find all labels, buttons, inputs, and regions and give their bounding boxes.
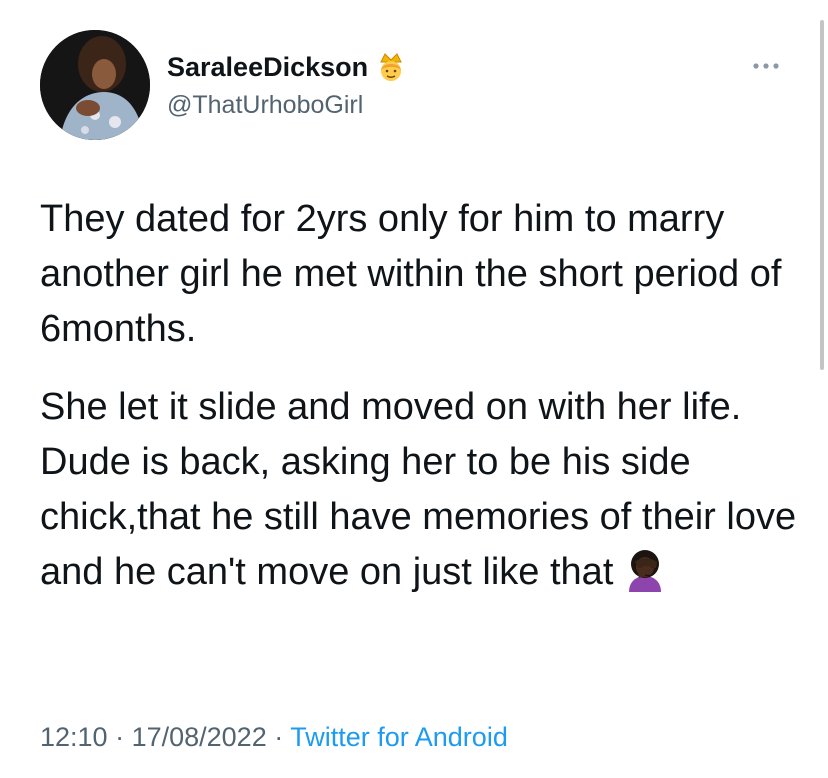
tweet-source-link[interactable]: Twitter for Android (290, 722, 508, 752)
tweet-paragraph: She let it slide and moved on with her l… (40, 380, 810, 600)
author-handle[interactable]: @ThatUrhoboGirl (167, 91, 363, 120)
avatar[interactable] (40, 30, 150, 140)
tweet-metadata: 12:10 · 17/08/2022 · Twitter for Android (40, 722, 508, 753)
scrollbar[interactable] (820, 20, 824, 370)
tweet-date[interactable]: 17/08/2022 (132, 722, 267, 752)
tweet-paragraph: They dated for 2yrs only for him to marr… (40, 198, 782, 350)
tweet-text: They dated for 2yrs only for him to marr… (40, 192, 810, 600)
crown-emoji-icon (374, 50, 408, 84)
meta-separator: · (107, 722, 132, 752)
facepalm-emoji-icon (623, 548, 667, 592)
profile-photo (40, 30, 150, 140)
more-options-icon[interactable] (748, 56, 784, 76)
tweet-paragraph-text: She let it slide and moved on with her l… (40, 386, 797, 593)
tweet-time[interactable]: 12:10 (40, 722, 108, 752)
display-name[interactable]: SaraleeDickson (167, 52, 368, 83)
meta-separator: · (266, 722, 291, 752)
author-name-row[interactable]: SaraleeDickson (167, 50, 408, 84)
